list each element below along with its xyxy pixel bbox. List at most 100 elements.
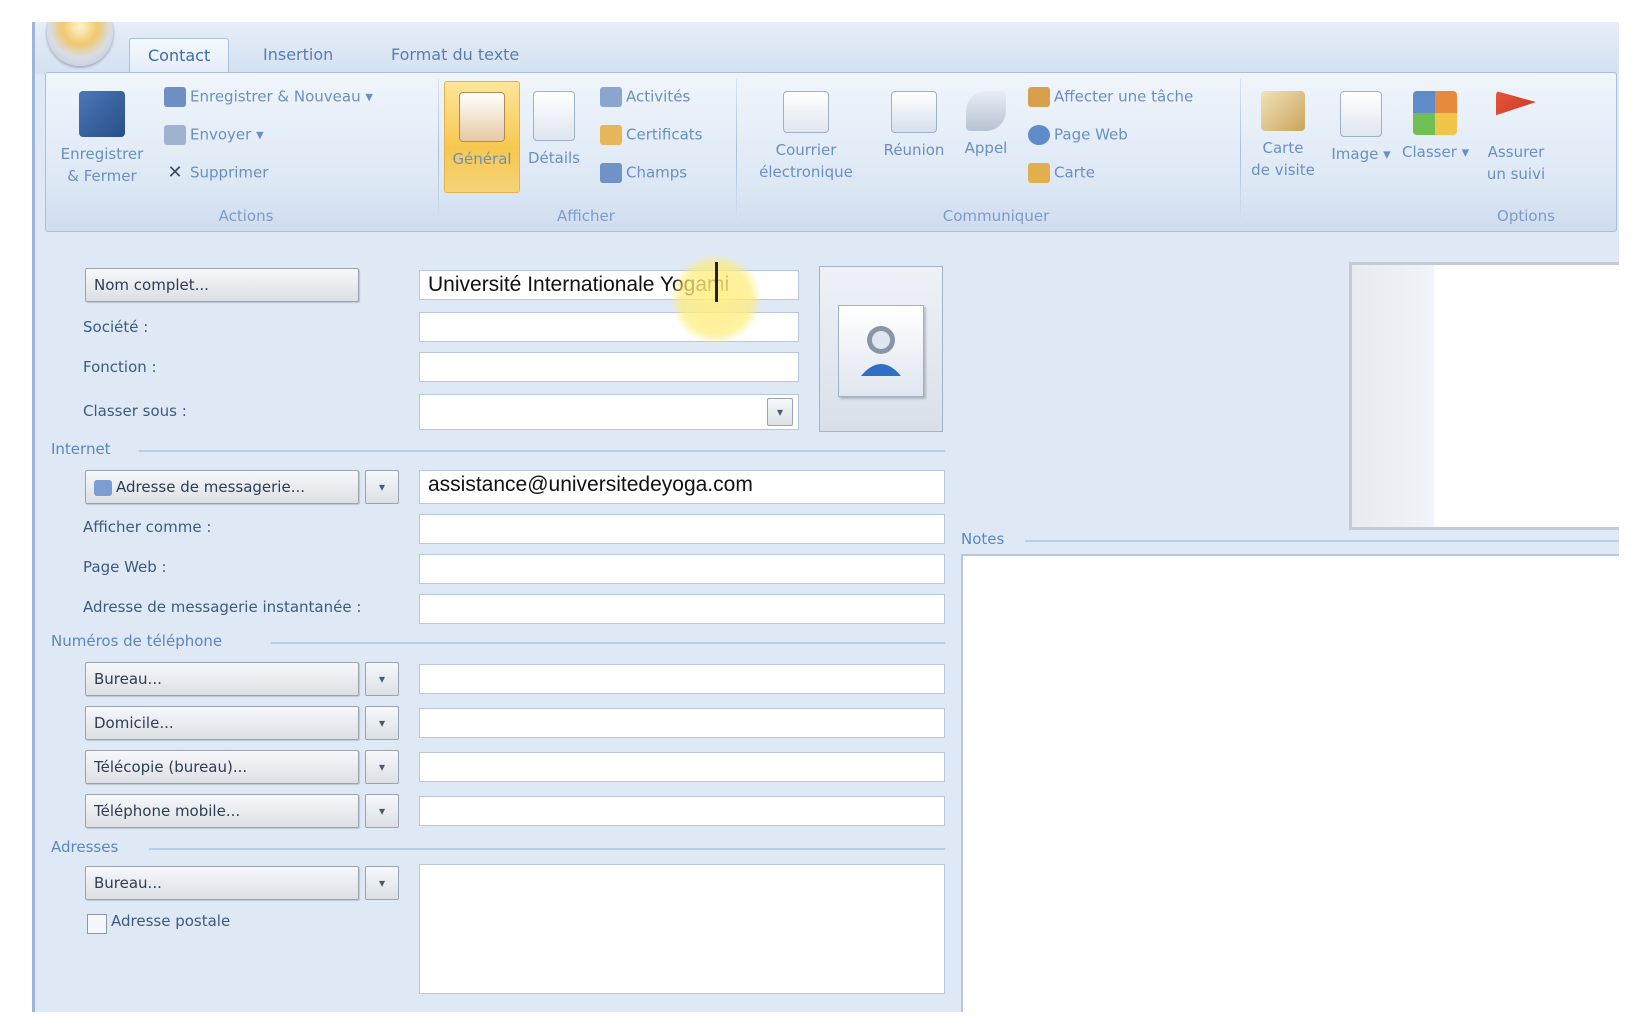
- text-cursor-icon: [715, 262, 718, 302]
- activities-button[interactable]: Activités: [600, 87, 690, 107]
- delete-button[interactable]: ✕ Supprimer: [164, 163, 268, 183]
- chevron-down-icon[interactable]: ▾: [365, 794, 399, 828]
- ribbon-tab-strip: Contact Insertion Format du texte: [35, 22, 1619, 74]
- group-separator: [438, 79, 439, 225]
- envelope-icon: [783, 91, 829, 133]
- phone-mobile-field[interactable]: [419, 796, 945, 826]
- full-name-button[interactable]: Nom complet...: [85, 268, 359, 302]
- details-label: Détails: [527, 149, 580, 167]
- save-close-icon: [79, 91, 125, 137]
- call-label: Appel: [964, 139, 1008, 157]
- call-button[interactable]: Appel: [958, 91, 1014, 159]
- postal-address-checkbox[interactable]: [87, 914, 107, 934]
- flag-icon: [1496, 91, 1536, 116]
- chevron-down-icon[interactable]: ▾: [767, 398, 793, 426]
- phone-business-field[interactable]: [419, 664, 945, 694]
- email-type-button[interactable]: Adresse de messagerie...: [85, 470, 359, 504]
- section-divider: [149, 848, 945, 850]
- details-icon: [533, 91, 575, 141]
- web-page-button[interactable]: Page Web: [1028, 125, 1128, 145]
- phone-type-button-fax[interactable]: Télécopie (bureau)...: [85, 750, 359, 784]
- company-label: Société :: [83, 318, 149, 336]
- fields-icon: [600, 163, 622, 183]
- phone-type-button-mobile[interactable]: Téléphone mobile...: [85, 794, 359, 828]
- postal-address-label: Adresse postale: [111, 912, 231, 930]
- display-as-field[interactable]: [419, 514, 945, 544]
- task-icon: [1028, 87, 1050, 107]
- address-type-button[interactable]: Bureau...: [85, 866, 359, 900]
- assign-task-label: Affecter une tâche: [1054, 87, 1194, 106]
- map-button[interactable]: Carte: [1028, 163, 1095, 183]
- fields-button[interactable]: Champs: [600, 163, 687, 183]
- email-type-label: Adresse de messagerie...: [116, 478, 306, 496]
- delete-label: Supprimer: [190, 163, 269, 182]
- notes-label: Notes: [961, 530, 1005, 548]
- tab-insertion[interactable]: Insertion: [245, 38, 351, 72]
- save-close-button[interactable]: Enregistrer & Fermer: [52, 91, 152, 187]
- section-phone-numbers: Numéros de téléphone: [51, 632, 223, 650]
- categorize-label: Classer: [1402, 143, 1457, 161]
- address-book-icon: [94, 479, 112, 496]
- web-page-field[interactable]: [419, 554, 945, 584]
- section-divider: [139, 450, 945, 452]
- chevron-down-icon[interactable]: ▾: [365, 662, 399, 696]
- categorize-button[interactable]: Classer ▾: [1402, 91, 1469, 163]
- details-button[interactable]: Détails: [524, 91, 584, 169]
- chevron-down-icon[interactable]: ▾: [365, 866, 399, 900]
- person-icon: [861, 326, 901, 376]
- map-icon: [1028, 163, 1050, 183]
- image-button[interactable]: Image ▾: [1330, 91, 1392, 165]
- meeting-label: Réunion: [883, 141, 945, 159]
- general-button[interactable]: Général: [444, 81, 520, 193]
- contact-photo-button[interactable]: [819, 266, 943, 432]
- im-address-field[interactable]: [419, 594, 945, 624]
- follow-up-button[interactable]: Assurer un suivi: [1476, 91, 1556, 185]
- phone-type-button-home[interactable]: Domicile...: [85, 706, 359, 740]
- group-label-options: Options: [1497, 207, 1555, 225]
- notes-textarea[interactable]: [961, 554, 1619, 1012]
- activities-icon: [600, 87, 622, 107]
- chevron-down-icon[interactable]: ▾: [365, 706, 399, 740]
- image-icon: [1340, 91, 1382, 137]
- tab-format-text[interactable]: Format du texte: [373, 38, 537, 72]
- job-title-field[interactable]: [419, 352, 799, 382]
- globe-icon: [1028, 125, 1050, 145]
- assign-task-button[interactable]: Affecter une tâche: [1028, 87, 1193, 107]
- section-divider: [1025, 540, 1619, 542]
- display-as-label: Afficher comme :: [83, 518, 212, 536]
- save-close-label: Enregistrer & Fermer: [60, 145, 144, 185]
- job-title-label: Fonction :: [83, 358, 157, 376]
- chevron-down-icon[interactable]: ▾: [365, 750, 399, 784]
- phone-fax-field[interactable]: [419, 752, 945, 782]
- certificates-button[interactable]: Certificats: [600, 125, 703, 145]
- meeting-icon: [891, 91, 937, 133]
- save-new-button[interactable]: Enregistrer & Nouveau ▾: [164, 87, 373, 107]
- group-separator: [736, 79, 737, 225]
- web-page-label: Page Web: [1054, 125, 1128, 144]
- file-as-select[interactable]: [419, 394, 799, 430]
- general-label: Général: [452, 150, 512, 168]
- follow-up-label: Assurer un suivi: [1486, 143, 1546, 183]
- im-address-label: Adresse de messagerie instantanée :: [83, 598, 362, 616]
- email-button[interactable]: Courrier électronique: [746, 91, 866, 183]
- email-field[interactable]: assistance@universitedeyoga.com: [419, 470, 945, 504]
- categorize-icon: [1413, 91, 1457, 135]
- office-button-icon[interactable]: [47, 22, 113, 66]
- contact-card-icon: [459, 92, 505, 142]
- meeting-button[interactable]: Réunion: [876, 91, 952, 161]
- tab-contact[interactable]: Contact: [129, 38, 230, 73]
- activities-label: Activités: [626, 87, 691, 106]
- business-card-button[interactable]: Carte de visite: [1246, 91, 1320, 181]
- business-card-label: Carte de visite: [1251, 139, 1315, 179]
- phone-home-field[interactable]: [419, 708, 945, 738]
- save-new-label: Enregistrer & Nouveau: [190, 87, 361, 106]
- chevron-down-icon[interactable]: ▾: [365, 470, 399, 504]
- contact-window: Contact Insertion Format du texte Enregi…: [32, 22, 1619, 1012]
- section-divider: [271, 642, 945, 644]
- group-separator: [1240, 79, 1241, 225]
- save-new-icon: [164, 87, 186, 107]
- address-textarea[interactable]: [419, 864, 945, 994]
- send-button[interactable]: Envoyer ▾: [164, 125, 264, 145]
- phone-icon: [966, 91, 1006, 131]
- phone-type-button-business[interactable]: Bureau...: [85, 662, 359, 696]
